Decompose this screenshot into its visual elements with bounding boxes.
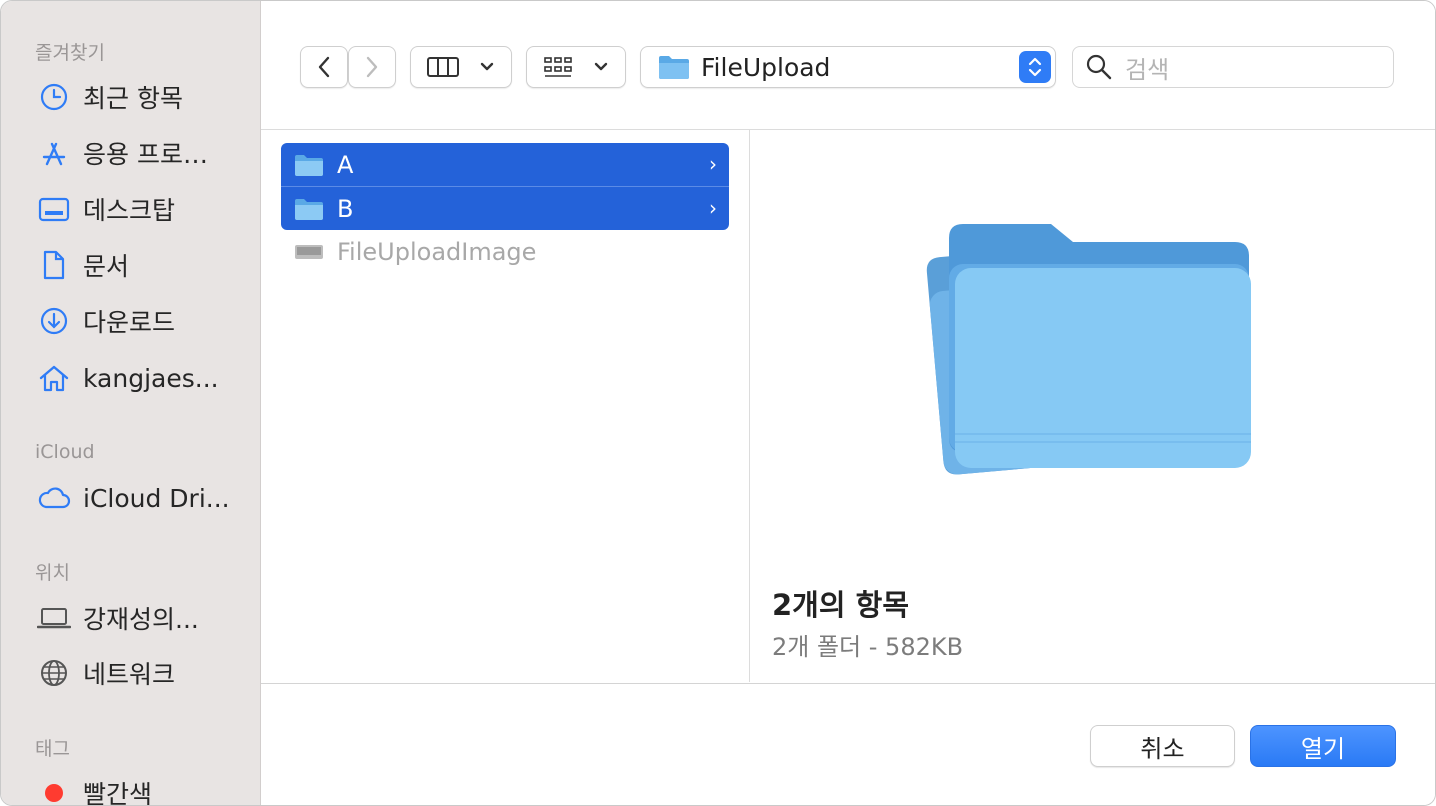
home-icon	[37, 361, 71, 395]
sidebar-item-label: 최근 항목	[83, 84, 183, 113]
folder-icon	[295, 198, 323, 220]
group-button[interactable]	[526, 46, 626, 88]
toolbar: FileUpload 검색	[261, 1, 1435, 130]
list-item-disk-image[interactable]: FileUploadImage	[281, 230, 729, 273]
sidebar-item-desktop[interactable]: 데스크탑	[37, 189, 247, 229]
chevron-right-icon	[366, 56, 378, 78]
sidebar-item-recents[interactable]: 최근 항목	[37, 77, 247, 117]
sidebar: 즐겨찾기 최근 항목 응용 프로… 데스크탑 문서 다운로드 kangjaes.…	[1, 1, 261, 806]
sidebar-item-label: 응용 프로…	[83, 140, 208, 169]
disk-image-icon	[295, 244, 323, 259]
icloud-header: iCloud	[35, 441, 95, 463]
view-mode-button[interactable]	[410, 46, 512, 88]
download-icon	[37, 304, 71, 338]
file-open-dialog: 즐겨찾기 최근 항목 응용 프로… 데스크탑 문서 다운로드 kangjaes.…	[0, 0, 1436, 806]
sidebar-item-network[interactable]: 네트워크	[37, 653, 247, 693]
sidebar-item-downloads[interactable]: 다운로드	[37, 301, 247, 341]
search-field[interactable]: 검색	[1072, 46, 1394, 88]
sidebar-item-applications[interactable]: 응용 프로…	[37, 133, 247, 173]
list-item-folder-a[interactable]: A ›	[281, 143, 729, 187]
app-store-icon	[37, 136, 71, 170]
preview-info-heading: 정보	[772, 675, 816, 682]
grid-icon	[544, 57, 572, 77]
columns-view-icon	[427, 57, 459, 77]
cancel-button[interactable]: 취소	[1090, 725, 1235, 767]
preview-subtitle: 2개 폴더 - 582KB	[772, 633, 964, 661]
back-button[interactable]	[300, 46, 348, 88]
folder-icon	[295, 154, 323, 176]
chevron-right-icon: ›	[709, 196, 717, 220]
chevron-down-icon	[594, 62, 608, 71]
document-icon	[37, 248, 71, 282]
multiple-folders-icon	[926, 224, 1251, 475]
search-placeholder: 검색	[1125, 55, 1170, 84]
desktop-icon	[37, 192, 71, 226]
file-name: B	[337, 194, 354, 223]
sidebar-item-label: 빨간색	[83, 780, 153, 806]
clock-icon	[37, 80, 71, 114]
list-item-folder-b[interactable]: B ›	[281, 187, 729, 230]
file-name: FileUploadImage	[337, 237, 537, 266]
locations-header: 위치	[35, 562, 70, 584]
preview-pane: 2개의 항목 2개 폴더 - 582KB 정보	[750, 130, 1435, 682]
favorites-header: 즐겨찾기	[35, 42, 105, 64]
sidebar-item-icloud-drive[interactable]: iCloud Dri...	[37, 478, 247, 518]
sidebar-item-label: kangjaes...	[83, 363, 219, 393]
file-column: A › B › FileUploadImage	[261, 130, 750, 682]
chevron-right-icon: ›	[709, 152, 717, 176]
open-button[interactable]: 열기	[1250, 725, 1396, 767]
updown-stepper-icon	[1019, 51, 1051, 83]
tags-header: 태그	[35, 738, 70, 760]
sidebar-item-documents[interactable]: 문서	[37, 245, 247, 285]
chevron-left-icon	[318, 56, 330, 78]
laptop-icon	[37, 601, 71, 635]
sidebar-item-label: iCloud Dri...	[83, 483, 230, 513]
cloud-icon	[37, 481, 71, 515]
sidebar-item-label: 데스크탑	[83, 196, 176, 225]
sidebar-item-label: 다운로드	[83, 308, 176, 337]
location-popup[interactable]: FileUpload	[640, 46, 1056, 88]
file-name: A	[337, 150, 354, 179]
location-label: FileUpload	[701, 52, 831, 82]
globe-icon	[37, 656, 71, 690]
folder-icon	[659, 56, 689, 79]
sidebar-item-label: 네트워크	[83, 660, 176, 689]
sidebar-item-label: 문서	[83, 252, 130, 281]
chevron-down-icon	[480, 62, 494, 71]
preview-title: 2개의 항목	[772, 588, 909, 622]
sidebar-item-tag-red[interactable]: 빨간색	[37, 773, 247, 806]
sidebar-item-label: 강재성의...	[83, 605, 199, 634]
search-icon	[1086, 54, 1112, 80]
red-tag-dot-icon	[37, 776, 71, 805]
sidebar-item-home[interactable]: kangjaes...	[37, 358, 247, 398]
sidebar-item-this-mac[interactable]: 강재성의...	[37, 598, 247, 638]
forward-button[interactable]	[348, 46, 396, 88]
dialog-footer: 취소 열기	[261, 683, 1435, 805]
